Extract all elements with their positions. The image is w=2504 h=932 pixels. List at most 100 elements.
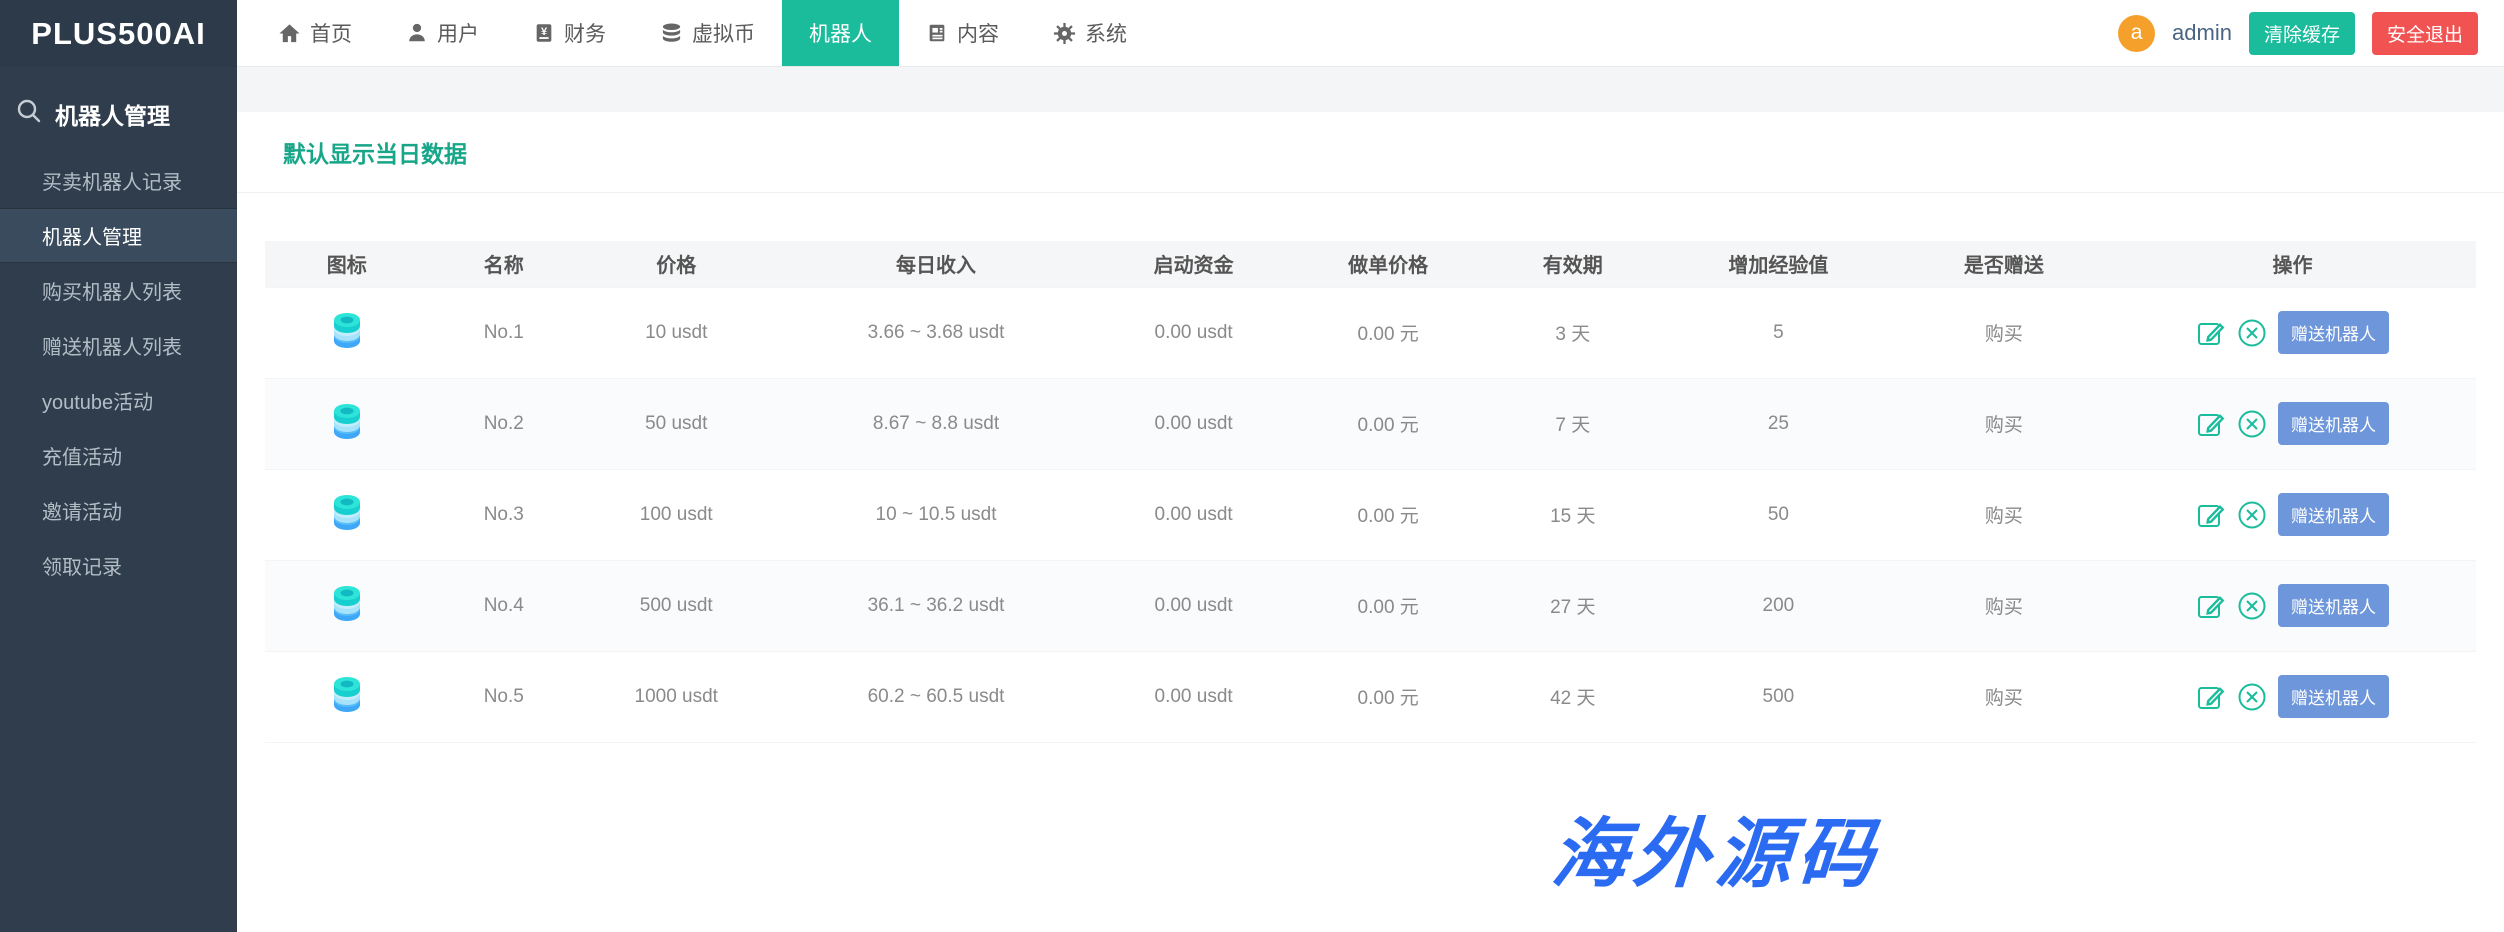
robot-price: 50 usdt bbox=[579, 378, 774, 469]
delete-icon[interactable] bbox=[2237, 682, 2267, 712]
nav-label: 财务 bbox=[564, 18, 606, 48]
crypto-icon bbox=[660, 22, 683, 45]
col-name: 名称 bbox=[429, 241, 579, 287]
sidebar-item-1[interactable]: 机器人管理 bbox=[0, 208, 237, 263]
robot-name: No.4 bbox=[429, 560, 579, 651]
sidebar-item-6[interactable]: 邀请活动 bbox=[0, 483, 237, 538]
gift-robot-button[interactable]: 赠送机器人 bbox=[2278, 311, 2389, 354]
col-price: 价格 bbox=[579, 241, 774, 287]
col-actions: 操作 bbox=[2109, 241, 2476, 287]
gear-icon bbox=[1053, 22, 1076, 45]
robot-exp: 50 bbox=[1658, 469, 1899, 560]
delete-icon[interactable] bbox=[2237, 591, 2267, 621]
robot-validity: 3 天 bbox=[1488, 287, 1658, 378]
table-row: No.4 500 usdt 36.1 ~ 36.2 usdt 0.00 usdt… bbox=[265, 560, 2476, 651]
robot-name: No.5 bbox=[429, 651, 579, 742]
robot-coin-icon bbox=[329, 401, 365, 441]
nav-item-finance[interactable]: ¥ 财务 bbox=[506, 0, 633, 66]
nav-label: 虚拟币 bbox=[692, 18, 755, 48]
edit-icon[interactable] bbox=[2196, 409, 2226, 439]
sidebar-item-0[interactable]: 买卖机器人记录 bbox=[0, 153, 237, 208]
home-icon bbox=[278, 22, 301, 45]
nav-label: 内容 bbox=[957, 18, 999, 48]
nav-label: 机器人 bbox=[809, 18, 872, 48]
gift-robot-button[interactable]: 赠送机器人 bbox=[2278, 675, 2389, 718]
nav-item-robot[interactable]: 机器人 bbox=[782, 0, 899, 66]
robot-name: No.3 bbox=[429, 469, 579, 560]
robot-coin-icon bbox=[329, 492, 365, 532]
edit-icon[interactable] bbox=[2196, 682, 2226, 712]
nav-item-system[interactable]: 系统 bbox=[1026, 0, 1154, 66]
sidebar-item-2[interactable]: 购买机器人列表 bbox=[0, 263, 237, 318]
col-start-fund: 启动资金 bbox=[1099, 241, 1289, 287]
robot-price: 10 usdt bbox=[579, 287, 774, 378]
robot-order-price: 0.00 元 bbox=[1289, 651, 1488, 742]
robot-start-fund: 0.00 usdt bbox=[1099, 560, 1289, 651]
robot-gift-mode: 购买 bbox=[1899, 469, 2109, 560]
panel-title: 默认显示当日数据 bbox=[283, 135, 467, 169]
top-navbar: 首页 用户 ¥ 财务 虚拟币 机器人 内容 系统 a admin 清除缓存 安全… bbox=[237, 0, 2504, 67]
col-exp: 增加经验值 bbox=[1658, 241, 1899, 287]
robot-validity: 27 天 bbox=[1488, 560, 1658, 651]
row-actions: 赠送机器人 bbox=[2109, 402, 2476, 445]
logout-button[interactable]: 安全退出 bbox=[2372, 12, 2478, 55]
sidebar-item-7[interactable]: 领取记录 bbox=[0, 538, 237, 593]
robot-start-fund: 0.00 usdt bbox=[1099, 469, 1289, 560]
sidebar: PLUS500AI 机器人管理 买卖机器人记录机器人管理购买机器人列表赠送机器人… bbox=[0, 0, 237, 932]
nav-item-home[interactable]: 首页 bbox=[251, 0, 379, 66]
nav-items: 首页 用户 ¥ 财务 虚拟币 机器人 内容 系统 bbox=[251, 0, 1154, 66]
robot-validity: 7 天 bbox=[1488, 378, 1658, 469]
delete-icon[interactable] bbox=[2237, 318, 2267, 348]
robot-order-price: 0.00 元 bbox=[1289, 469, 1488, 560]
username[interactable]: admin bbox=[2172, 20, 2232, 46]
robot-start-fund: 0.00 usdt bbox=[1099, 378, 1289, 469]
robot-start-fund: 0.00 usdt bbox=[1099, 651, 1289, 742]
robot-order-price: 0.00 元 bbox=[1289, 287, 1488, 378]
sidebar-menu: 买卖机器人记录机器人管理购买机器人列表赠送机器人列表youtube活动充值活动邀… bbox=[0, 153, 237, 593]
sidebar-item-5[interactable]: 充值活动 bbox=[0, 428, 237, 483]
gift-robot-button[interactable]: 赠送机器人 bbox=[2278, 584, 2389, 627]
robot-daily-income: 36.1 ~ 36.2 usdt bbox=[774, 560, 1099, 651]
avatar[interactable]: a bbox=[2118, 15, 2155, 52]
table-row: No.3 100 usdt 10 ~ 10.5 usdt 0.00 usdt 0… bbox=[265, 469, 2476, 560]
nav-item-users[interactable]: 用户 bbox=[379, 0, 506, 66]
col-validity: 有效期 bbox=[1488, 241, 1658, 287]
robot-coin-icon bbox=[329, 674, 365, 714]
robot-daily-income: 60.2 ~ 60.5 usdt bbox=[774, 651, 1099, 742]
panel-header: 默认显示当日数据 bbox=[237, 112, 2504, 193]
robot-exp: 200 bbox=[1658, 560, 1899, 651]
robot-name: No.1 bbox=[429, 287, 579, 378]
clear-cache-button[interactable]: 清除缓存 bbox=[2249, 12, 2355, 55]
robot-price: 1000 usdt bbox=[579, 651, 774, 742]
row-actions: 赠送机器人 bbox=[2109, 675, 2476, 718]
nav-item-content[interactable]: 内容 bbox=[899, 0, 1026, 66]
edit-icon[interactable] bbox=[2196, 500, 2226, 530]
table-header-row: 图标 名称 价格 每日收入 启动资金 做单价格 有效期 增加经验值 是否赠送 操… bbox=[265, 241, 2476, 287]
sidebar-item-3[interactable]: 赠送机器人列表 bbox=[0, 318, 237, 373]
robot-name: No.2 bbox=[429, 378, 579, 469]
sidebar-item-4[interactable]: youtube活动 bbox=[0, 373, 237, 428]
sidebar-section-title-text: 机器人管理 bbox=[55, 97, 170, 131]
table-row: No.5 1000 usdt 60.2 ~ 60.5 usdt 0.00 usd… bbox=[265, 651, 2476, 742]
nav-item-crypto[interactable]: 虚拟币 bbox=[633, 0, 782, 66]
col-icon: 图标 bbox=[265, 241, 429, 287]
robot-validity: 15 天 bbox=[1488, 469, 1658, 560]
robot-order-price: 0.00 元 bbox=[1289, 378, 1488, 469]
gift-robot-button[interactable]: 赠送机器人 bbox=[2278, 493, 2389, 536]
delete-icon[interactable] bbox=[2237, 500, 2267, 530]
robot-gift-mode: 购买 bbox=[1899, 287, 2109, 378]
gift-robot-button[interactable]: 赠送机器人 bbox=[2278, 402, 2389, 445]
edit-icon[interactable] bbox=[2196, 591, 2226, 621]
delete-icon[interactable] bbox=[2237, 409, 2267, 439]
finance-icon: ¥ bbox=[533, 22, 555, 44]
user-icon bbox=[406, 22, 428, 44]
nav-label: 系统 bbox=[1085, 18, 1127, 48]
robot-gift-mode: 购买 bbox=[1899, 560, 2109, 651]
edit-icon[interactable] bbox=[2196, 318, 2226, 348]
nav-label: 首页 bbox=[310, 18, 352, 48]
content-icon bbox=[926, 22, 948, 44]
content-card: 默认显示当日数据 图标 名称 价格 每日收入 启动资金 做单价格 有效期 bbox=[237, 112, 2504, 932]
robot-exp: 5 bbox=[1658, 287, 1899, 378]
robot-daily-income: 3.66 ~ 3.68 usdt bbox=[774, 287, 1099, 378]
brand-logo[interactable]: PLUS500AI bbox=[0, 0, 237, 67]
